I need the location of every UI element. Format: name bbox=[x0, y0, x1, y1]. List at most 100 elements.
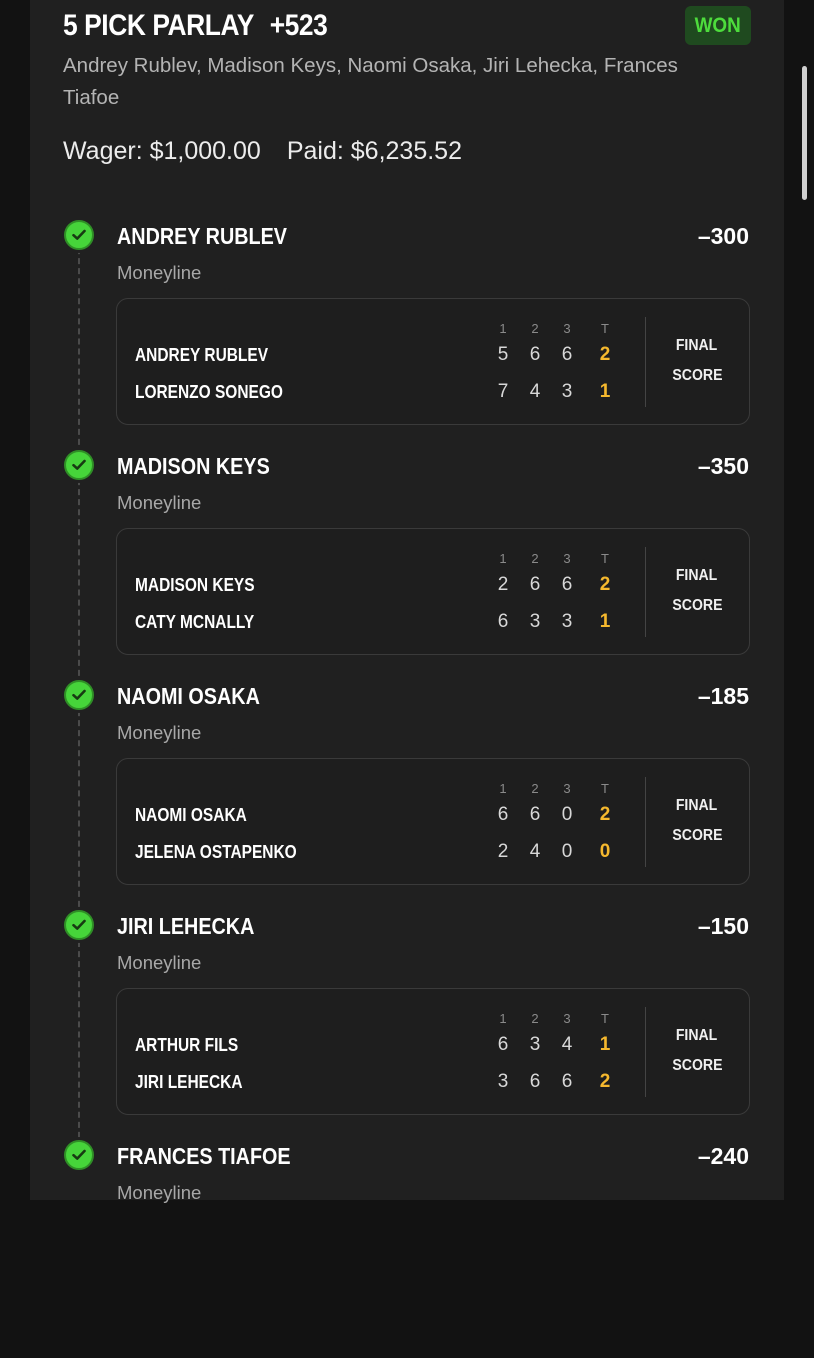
bet-players: Andrey Rublev, Madison Keys, Naomi Osaka… bbox=[63, 54, 678, 109]
set-header: 2 bbox=[531, 321, 539, 336]
leg-pick: ANDREY RUBLEV bbox=[117, 223, 287, 249]
check-circle-icon bbox=[64, 220, 94, 250]
set-header: 3 bbox=[563, 781, 571, 796]
final-score-label: FINAL SCORE bbox=[671, 1027, 723, 1074]
wager-amount: Wager: $1,000.00 bbox=[63, 137, 261, 165]
set-header: 3 bbox=[563, 551, 571, 566]
player-name: MADISON KEYS bbox=[135, 575, 255, 595]
final-score-label: FINAL SCORE bbox=[671, 797, 723, 844]
set-header: 1 bbox=[499, 781, 507, 796]
player-name: JELENA OSTAPENKO bbox=[135, 842, 297, 862]
set-header: 2 bbox=[531, 551, 539, 566]
score-row: CATY MCNALLY 6 3 3 1 bbox=[117, 607, 751, 637]
set-score: 4 bbox=[529, 381, 541, 402]
status-badge: WON bbox=[685, 6, 751, 45]
set-header: 1 bbox=[499, 1011, 507, 1026]
sets-total: 2 bbox=[599, 1071, 611, 1092]
score-divider bbox=[645, 317, 646, 407]
sets-total: 1 bbox=[599, 1034, 611, 1055]
set-score: 2 bbox=[497, 841, 509, 862]
sets-total: 2 bbox=[599, 344, 611, 365]
leg-odds: –240 bbox=[697, 1143, 749, 1169]
score-row: NAOMI OSAKA 6 6 0 2 bbox=[117, 800, 751, 830]
scrollbar[interactable] bbox=[802, 66, 807, 200]
set-header: 1 bbox=[499, 551, 507, 566]
leg-odds: –350 bbox=[697, 453, 749, 479]
set-header: 1 bbox=[499, 321, 507, 336]
leg-market: Moneyline bbox=[117, 262, 202, 283]
score-row: ANDREY RUBLEV 5 6 6 2 bbox=[117, 340, 751, 370]
leg-pick: FRANCES TIAFOE bbox=[117, 1143, 291, 1169]
score-divider bbox=[645, 1007, 646, 1097]
set-score: 3 bbox=[529, 1034, 541, 1055]
leg-market: Moneyline bbox=[117, 1182, 202, 1203]
leg-market: Moneyline bbox=[117, 952, 202, 973]
set-score: 6 bbox=[529, 804, 541, 825]
paid-amount: Paid: $6,235.52 bbox=[286, 137, 462, 165]
bet-leg[interactable]: ANDREY RUBLEV –300 Moneyline 1 2 3 T ANDREY RUB… bbox=[0, 208, 814, 438]
score-row: ARTHUR FILS 6 3 4 1 bbox=[117, 1030, 751, 1060]
leg-pick: JIRI LEHECKA bbox=[117, 913, 255, 939]
bet-title: 5 PICK PARLAY bbox=[63, 9, 254, 42]
bet-odds: +523 bbox=[269, 9, 328, 42]
sets-total: 1 bbox=[599, 381, 611, 402]
scoreboard[interactable]: 1 2 3 T NAOMI OSAKA 6 6 0 2 JELENA OSTAPENKO 2 4 0 0 F… bbox=[116, 758, 750, 885]
score-row: JIRI LEHECKA 3 6 6 2 bbox=[117, 1067, 751, 1097]
set-header: 2 bbox=[531, 1011, 539, 1026]
final-score-label: FINAL SCORE bbox=[671, 567, 723, 614]
set-score: 6 bbox=[561, 344, 573, 365]
set-score: 7 bbox=[497, 381, 509, 402]
set-header: T bbox=[601, 781, 609, 796]
check-circle-icon bbox=[64, 450, 94, 480]
sets-total: 2 bbox=[599, 574, 611, 595]
set-score: 4 bbox=[529, 841, 541, 862]
player-name: JIRI LEHECKA bbox=[135, 1072, 243, 1092]
set-score: 0 bbox=[561, 804, 573, 825]
set-score: 6 bbox=[561, 1071, 573, 1092]
scoreboard[interactable]: 1 2 3 T ARTHUR FILS 6 3 4 1 JIRI LEHECKA 3 6 6 2 FINAL… bbox=[116, 988, 750, 1115]
set-score: 6 bbox=[561, 574, 573, 595]
set-score: 6 bbox=[529, 344, 541, 365]
score-divider bbox=[645, 547, 646, 637]
check-circle-icon bbox=[64, 1140, 94, 1170]
leg-pick: NAOMI OSAKA bbox=[117, 683, 260, 709]
set-score: 6 bbox=[529, 1071, 541, 1092]
set-score: 3 bbox=[529, 611, 541, 632]
leg-market: Moneyline bbox=[117, 722, 202, 743]
set-score: 6 bbox=[497, 1034, 509, 1055]
bet-leg[interactable]: MADISON KEYS –350 Moneyline 1 2 3 T MADISON KEY… bbox=[0, 438, 814, 668]
player-name: LORENZO SONEGO bbox=[135, 382, 283, 402]
bet-header: 5 PICK PARLAY +523 bbox=[63, 4, 328, 48]
set-header: T bbox=[601, 1011, 609, 1026]
score-row: LORENZO SONEGO 7 4 3 1 bbox=[117, 377, 751, 407]
bet-leg[interactable]: FRANCES TIAFOE –240 Moneyline bbox=[0, 1128, 814, 1358]
scoreboard[interactable]: 1 2 3 T MADISON KEYS 2 6 6 2 CATY MCNALLY 6 3 3 1 FINA… bbox=[116, 528, 750, 655]
scoreboard[interactable]: 1 2 3 T ANDREY RUBLEV 5 6 6 2 LORENZO SONEGO 7 4 3 1 F… bbox=[116, 298, 750, 425]
check-circle-icon bbox=[64, 680, 94, 710]
score-row: JELENA OSTAPENKO 2 4 0 0 bbox=[117, 837, 751, 867]
leg-market: Moneyline bbox=[117, 492, 202, 513]
set-score: 6 bbox=[497, 611, 509, 632]
score-divider bbox=[645, 777, 646, 867]
leg-pick: MADISON KEYS bbox=[117, 453, 270, 479]
bet-amounts: Wager: $1,000.00 Paid: $6,235.52 bbox=[63, 133, 462, 169]
set-header: 3 bbox=[563, 321, 571, 336]
bet-leg[interactable]: NAOMI OSAKA –185 Moneyline 1 2 3 T NAOMI OSAKA 6… bbox=[0, 668, 814, 898]
set-score: 3 bbox=[497, 1071, 509, 1092]
player-name: ANDREY RUBLEV bbox=[135, 345, 269, 365]
set-score: 3 bbox=[561, 611, 573, 632]
set-header: 3 bbox=[563, 1011, 571, 1026]
leg-odds: –150 bbox=[697, 913, 749, 939]
set-score: 6 bbox=[529, 574, 541, 595]
leg-odds: –300 bbox=[697, 223, 749, 249]
set-score: 4 bbox=[561, 1034, 573, 1055]
sets-total: 2 bbox=[599, 804, 611, 825]
set-header: T bbox=[601, 551, 609, 566]
set-score: 2 bbox=[497, 574, 509, 595]
leg-odds: –185 bbox=[697, 683, 749, 709]
player-name: NAOMI OSAKA bbox=[135, 805, 247, 825]
bet-leg[interactable]: JIRI LEHECKA –150 Moneyline 1 2 3 T ARTHUR FILS… bbox=[0, 898, 814, 1128]
sets-total: 1 bbox=[599, 611, 611, 632]
set-score: 6 bbox=[497, 804, 509, 825]
set-header: 2 bbox=[531, 781, 539, 796]
